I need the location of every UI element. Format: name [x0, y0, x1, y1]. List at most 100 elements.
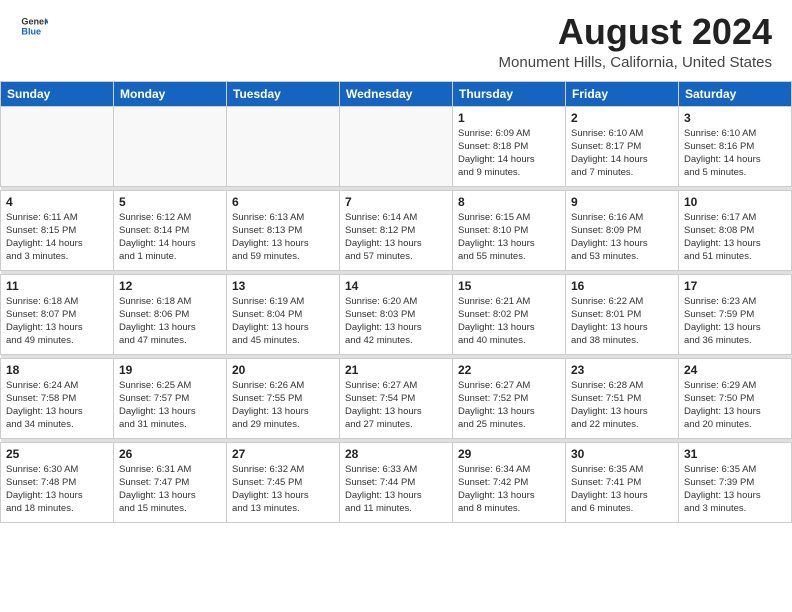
calendar-cell: 8 Sunrise: 6:15 AM Sunset: 8:10 PM Daylig…	[453, 190, 566, 270]
calendar-cell	[340, 106, 453, 186]
calendar-week-row: 4Sunrise: 6:11 AM Sunset: 8:15 PM Daylig…	[1, 190, 792, 270]
calendar-cell: 2 Sunrise: 6:10 AM Sunset: 8:17 PM Daylig…	[566, 106, 679, 186]
calendar-cell: 10 Sunrise: 6:17 AM Sunset: 8:08 PM Dayli…	[679, 190, 792, 270]
day-number: 4	[6, 195, 108, 209]
day-number: 2	[571, 111, 673, 125]
day-number: 21	[345, 363, 447, 377]
weekday-header-wednesday: Wednesday	[340, 81, 453, 106]
day-number: 20	[232, 363, 334, 377]
logo-icon: General Blue	[20, 12, 48, 40]
day-info: Sunrise: 6:29 AM Sunset: 7:50 PM Dayligh…	[684, 379, 786, 432]
svg-text:General: General	[21, 17, 48, 27]
calendar-cell: 17 Sunrise: 6:23 AM Sunset: 7:59 PM Dayli…	[679, 274, 792, 354]
day-number: 11	[6, 279, 108, 293]
day-number: 13	[232, 279, 334, 293]
weekday-header-row: SundayMondayTuesdayWednesdayThursdayFrid…	[1, 81, 792, 106]
day-number: 12	[119, 279, 221, 293]
day-number: 28	[345, 447, 447, 461]
calendar-cell: 4Sunrise: 6:11 AM Sunset: 8:15 PM Daylig…	[1, 190, 114, 270]
calendar-cell: 15Sunrise: 6:21 AM Sunset: 8:02 PM Dayli…	[453, 274, 566, 354]
weekday-header-friday: Friday	[566, 81, 679, 106]
day-info: Sunrise: 6:15 AM Sunset: 8:10 PM Dayligh…	[458, 211, 560, 264]
day-info: Sunrise: 6:35 AM Sunset: 7:41 PM Dayligh…	[571, 463, 673, 516]
calendar-cell: 3Sunrise: 6:10 AM Sunset: 8:16 PM Daylig…	[679, 106, 792, 186]
calendar-week-row: 25 Sunrise: 6:30 AM Sunset: 7:48 PM Dayli…	[1, 442, 792, 522]
day-info: Sunrise: 6:19 AM Sunset: 8:04 PM Dayligh…	[232, 295, 334, 348]
day-info: Sunrise: 6:35 AM Sunset: 7:39 PM Dayligh…	[684, 463, 786, 516]
calendar-cell	[114, 106, 227, 186]
day-info: Sunrise: 6:28 AM Sunset: 7:51 PM Dayligh…	[571, 379, 673, 432]
day-info: Sunrise: 6:17 AM Sunset: 8:08 PM Dayligh…	[684, 211, 786, 264]
calendar-cell: 19 Sunrise: 6:25 AM Sunset: 7:57 PM Dayli…	[114, 358, 227, 438]
calendar-cell: 7 Sunrise: 6:14 AM Sunset: 8:12 PM Daylig…	[340, 190, 453, 270]
day-number: 19	[119, 363, 221, 377]
day-number: 18	[6, 363, 108, 377]
title-block: August 2024 Monument Hills, California, …	[499, 12, 772, 71]
day-info: Sunrise: 6:26 AM Sunset: 7:55 PM Dayligh…	[232, 379, 334, 432]
day-number: 6	[232, 195, 334, 209]
calendar-cell: 28 Sunrise: 6:33 AM Sunset: 7:44 PM Dayli…	[340, 442, 453, 522]
weekday-header-sunday: Sunday	[1, 81, 114, 106]
month-title: August 2024	[499, 12, 772, 52]
calendar-cell: 23 Sunrise: 6:28 AM Sunset: 7:51 PM Dayli…	[566, 358, 679, 438]
day-info: Sunrise: 6:12 AM Sunset: 8:14 PM Dayligh…	[119, 211, 221, 264]
day-info: Sunrise: 6:20 AM Sunset: 8:03 PM Dayligh…	[345, 295, 447, 348]
calendar-cell: 16Sunrise: 6:22 AM Sunset: 8:01 PM Dayli…	[566, 274, 679, 354]
day-number: 1	[458, 111, 560, 125]
day-number: 5	[119, 195, 221, 209]
day-info: Sunrise: 6:27 AM Sunset: 7:54 PM Dayligh…	[345, 379, 447, 432]
calendar-cell: 26Sunrise: 6:31 AM Sunset: 7:47 PM Dayli…	[114, 442, 227, 522]
calendar-cell: 6 Sunrise: 6:13 AM Sunset: 8:13 PM Daylig…	[227, 190, 340, 270]
day-info: Sunrise: 6:13 AM Sunset: 8:13 PM Dayligh…	[232, 211, 334, 264]
day-number: 23	[571, 363, 673, 377]
day-number: 24	[684, 363, 786, 377]
calendar-cell: 30 Sunrise: 6:35 AM Sunset: 7:41 PM Dayli…	[566, 442, 679, 522]
calendar-table: SundayMondayTuesdayWednesdayThursdayFrid…	[0, 81, 792, 523]
weekday-header-monday: Monday	[114, 81, 227, 106]
weekday-header-saturday: Saturday	[679, 81, 792, 106]
calendar-cell: 5 Sunrise: 6:12 AM Sunset: 8:14 PM Daylig…	[114, 190, 227, 270]
calendar-cell	[227, 106, 340, 186]
weekday-header-thursday: Thursday	[453, 81, 566, 106]
calendar-cell: 21 Sunrise: 6:27 AM Sunset: 7:54 PM Dayli…	[340, 358, 453, 438]
day-number: 27	[232, 447, 334, 461]
day-number: 7	[345, 195, 447, 209]
calendar-cell: 27Sunrise: 6:32 AM Sunset: 7:45 PM Dayli…	[227, 442, 340, 522]
day-info: Sunrise: 6:23 AM Sunset: 7:59 PM Dayligh…	[684, 295, 786, 348]
day-info: Sunrise: 6:18 AM Sunset: 8:07 PM Dayligh…	[6, 295, 108, 348]
day-number: 3	[684, 111, 786, 125]
logo: General Blue	[20, 12, 48, 40]
calendar-cell: 29Sunrise: 6:34 AM Sunset: 7:42 PM Dayli…	[453, 442, 566, 522]
day-number: 30	[571, 447, 673, 461]
calendar-cell: 9 Sunrise: 6:16 AM Sunset: 8:09 PM Daylig…	[566, 190, 679, 270]
day-info: Sunrise: 6:30 AM Sunset: 7:48 PM Dayligh…	[6, 463, 108, 516]
weekday-header-tuesday: Tuesday	[227, 81, 340, 106]
day-info: Sunrise: 6:33 AM Sunset: 7:44 PM Dayligh…	[345, 463, 447, 516]
calendar-cell: 14 Sunrise: 6:20 AM Sunset: 8:03 PM Dayli…	[340, 274, 453, 354]
day-number: 10	[684, 195, 786, 209]
day-info: Sunrise: 6:27 AM Sunset: 7:52 PM Dayligh…	[458, 379, 560, 432]
calendar-cell: 20 Sunrise: 6:26 AM Sunset: 7:55 PM Dayli…	[227, 358, 340, 438]
calendar-week-row: 18Sunrise: 6:24 AM Sunset: 7:58 PM Dayli…	[1, 358, 792, 438]
day-info: Sunrise: 6:10 AM Sunset: 8:17 PM Dayligh…	[571, 127, 673, 180]
day-info: Sunrise: 6:21 AM Sunset: 8:02 PM Dayligh…	[458, 295, 560, 348]
calendar-cell: 24 Sunrise: 6:29 AM Sunset: 7:50 PM Dayli…	[679, 358, 792, 438]
location-title: Monument Hills, California, United State…	[499, 54, 772, 71]
calendar-cell: 11 Sunrise: 6:18 AM Sunset: 8:07 PM Dayli…	[1, 274, 114, 354]
day-number: 17	[684, 279, 786, 293]
day-number: 8	[458, 195, 560, 209]
day-info: Sunrise: 6:25 AM Sunset: 7:57 PM Dayligh…	[119, 379, 221, 432]
day-number: 25	[6, 447, 108, 461]
calendar-cell: 12Sunrise: 6:18 AM Sunset: 8:06 PM Dayli…	[114, 274, 227, 354]
day-number: 29	[458, 447, 560, 461]
day-number: 26	[119, 447, 221, 461]
day-info: Sunrise: 6:14 AM Sunset: 8:12 PM Dayligh…	[345, 211, 447, 264]
calendar-cell: 25 Sunrise: 6:30 AM Sunset: 7:48 PM Dayli…	[1, 442, 114, 522]
day-number: 9	[571, 195, 673, 209]
day-number: 31	[684, 447, 786, 461]
day-info: Sunrise: 6:16 AM Sunset: 8:09 PM Dayligh…	[571, 211, 673, 264]
day-number: 22	[458, 363, 560, 377]
day-number: 14	[345, 279, 447, 293]
calendar-cell: 18Sunrise: 6:24 AM Sunset: 7:58 PM Dayli…	[1, 358, 114, 438]
day-info: Sunrise: 6:22 AM Sunset: 8:01 PM Dayligh…	[571, 295, 673, 348]
